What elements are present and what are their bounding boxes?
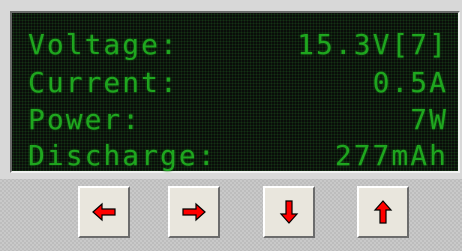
down-button[interactable]	[263, 186, 315, 238]
left-button[interactable]	[78, 186, 130, 238]
power-row: Power: 7W	[28, 102, 448, 136]
up-button[interactable]	[357, 186, 409, 238]
voltage-label: Voltage:	[28, 27, 179, 61]
lcd-screen: Voltage: 15.3V[7] Current: 0.5A Power: 7…	[10, 11, 460, 173]
voltage-value: 15.3V[7]	[297, 27, 448, 61]
arrow-up-icon	[373, 200, 393, 224]
current-value: 0.5A	[372, 65, 448, 99]
discharge-value: 277mAh	[334, 138, 448, 172]
discharge-row: Discharge: 277mAh	[28, 138, 448, 172]
power-value: 7W	[410, 102, 448, 136]
power-label: Power:	[28, 102, 142, 136]
arrow-left-icon	[92, 202, 116, 222]
display-panel: Voltage: 15.3V[7] Current: 0.5A Power: 7…	[0, 0, 462, 179]
right-button[interactable]	[168, 186, 220, 238]
arrow-down-icon	[279, 200, 299, 224]
voltage-row: Voltage: 15.3V[7]	[28, 27, 448, 61]
arrow-right-icon	[182, 202, 206, 222]
current-label: Current:	[28, 65, 179, 99]
current-row: Current: 0.5A	[28, 65, 448, 99]
discharge-label: Discharge:	[28, 138, 217, 172]
